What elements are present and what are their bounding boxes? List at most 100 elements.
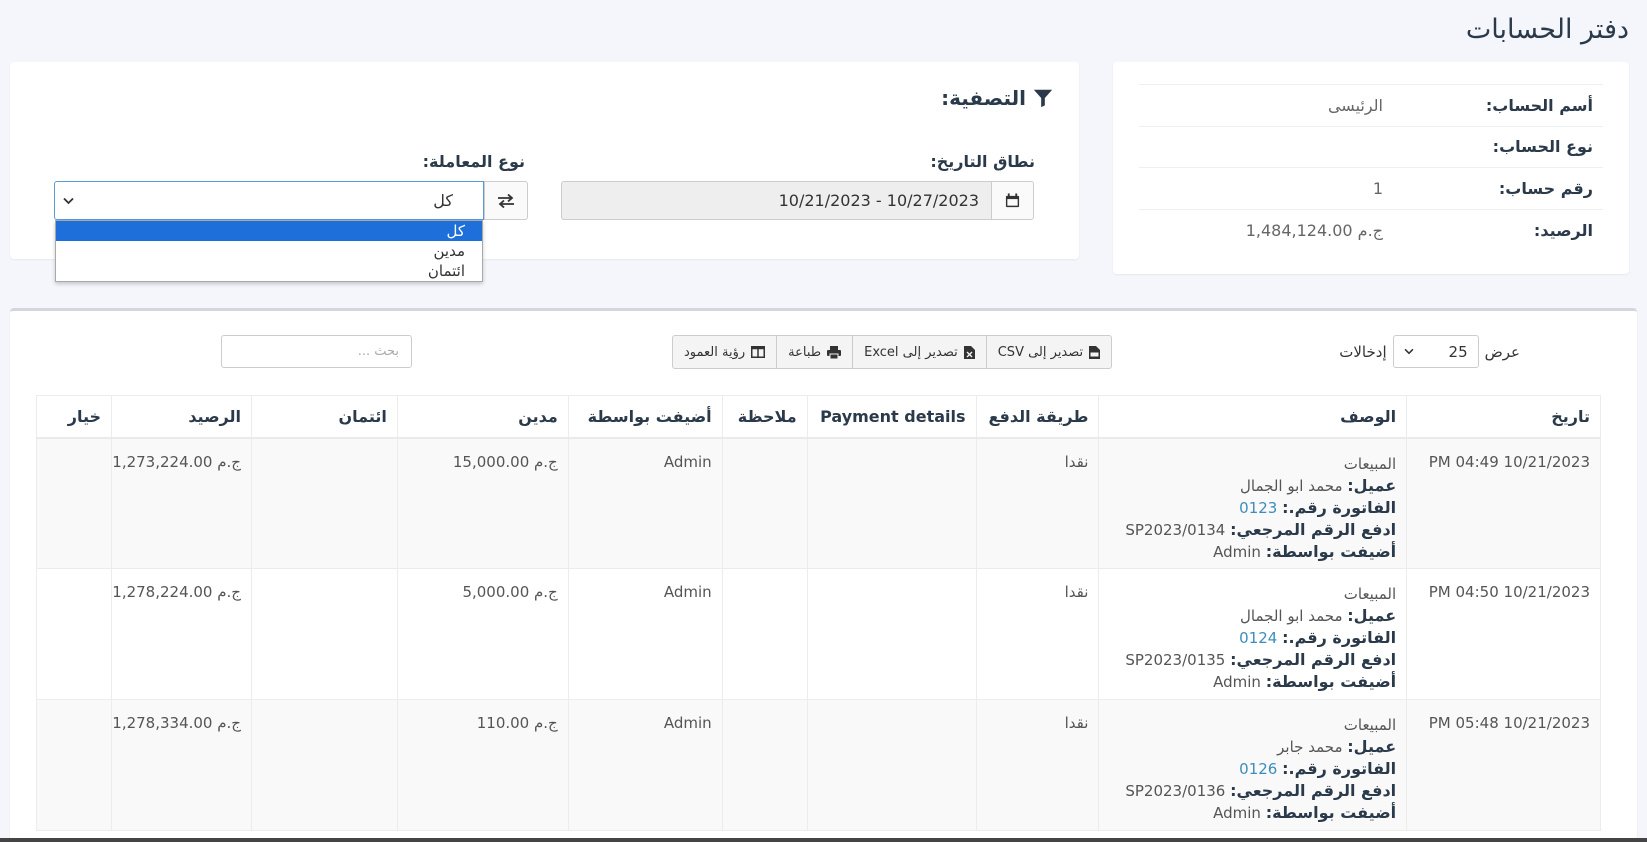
row-method: نقدا	[975, 699, 1099, 831]
transaction-type-label: نوع المعاملة:	[422, 152, 525, 171]
col-added-by[interactable]: أضيفت بواسطة	[567, 395, 723, 439]
entries-value: 25	[1448, 342, 1468, 361]
row-description: المبيعات عميل: محمد جابر الفاتورة رقم.: …	[1098, 699, 1407, 831]
column-visibility-button[interactable]: رؤية العمود	[673, 336, 776, 368]
row-date: 10/21/2023 04:50 PM	[1406, 568, 1601, 700]
account-type-label: نوع الحساب:	[1383, 125, 1603, 168]
invoice-label: الفاتورة رقم.:	[1282, 759, 1397, 778]
col-date[interactable]: تاريخ	[1406, 395, 1601, 439]
transaction-type-value: كل	[433, 191, 453, 210]
account-info-card: أسم الحساب: الرئيسى نوع الحساب: رقم حساب…	[1113, 62, 1629, 274]
added-by-value: Admin	[1213, 673, 1261, 691]
row-credit	[251, 437, 398, 569]
row-date: 10/21/2023 05:48 PM	[1406, 699, 1601, 831]
row-debit: ج.م 15,000.00	[396, 437, 569, 569]
ref-value: SP2023/0135	[1125, 651, 1226, 669]
date-range-input[interactable]: 10/27/2023 - 10/21/2023	[561, 181, 991, 220]
row-description: المبيعات عميل: محمد ابو الجمال الفاتورة …	[1098, 437, 1407, 569]
row-ref: ادفع الرقم المرجعي: SP2023/0134	[1099, 519, 1396, 541]
transaction-type-select[interactable]: كل	[54, 181, 484, 220]
page-length-control: عرض 25 إدخالات	[1339, 335, 1520, 368]
export-button-group: تصدير إلى CSV تصدير إلى Excel طباعة رؤية…	[672, 335, 1113, 369]
row-details	[806, 699, 976, 831]
invoice-label: الفاتورة رقم.:	[1282, 497, 1397, 517]
row-customer: عميل: محمد ابو الجمال	[1099, 605, 1396, 627]
row-option	[35, 437, 112, 569]
ref-value: SP2023/0136	[1125, 782, 1226, 800]
row-type: المبيعات	[1343, 716, 1397, 734]
date-range-label: نطاق التاريخ:	[930, 152, 1035, 171]
row-added-by-desc: أضيفت بواسطة: Admin	[1099, 802, 1396, 824]
option-all[interactable]: كل	[56, 221, 482, 241]
option-credit[interactable]: ائتمان	[56, 261, 482, 281]
entries-select[interactable]: 25	[1392, 335, 1479, 368]
row-details	[806, 437, 976, 569]
added-by-value: Admin	[1213, 804, 1261, 822]
calendar-icon[interactable]	[991, 181, 1034, 220]
row-invoice: الفاتورة رقم.: 0126	[1099, 758, 1396, 780]
invoice-label: الفاتورة رقم.:	[1282, 628, 1397, 647]
filter-icon	[1033, 89, 1053, 108]
export-csv-button[interactable]: تصدير إلى CSV	[985, 336, 1111, 368]
row-customer: عميل: محمد ابو الجمال	[1099, 475, 1396, 497]
date-range-group[interactable]: 10/27/2023 - 10/21/2023	[561, 181, 1034, 220]
account-type-row: نوع الحساب:	[1139, 125, 1603, 168]
row-option	[35, 568, 112, 700]
transaction-type-dropdown: كل مدين ائتمان	[55, 220, 483, 282]
row-debit: ج.م 5,000.00	[396, 568, 569, 700]
option-debit[interactable]: مدين	[56, 241, 482, 261]
col-payment-method[interactable]: طريقة الدفع	[975, 395, 1099, 439]
transaction-type-group[interactable]: كل	[54, 181, 528, 220]
col-payment-details[interactable]: Payment details	[806, 395, 976, 439]
row-note	[721, 699, 808, 831]
chevron-down-icon	[1404, 348, 1414, 355]
row-details	[806, 568, 976, 700]
row-method: نقدا	[975, 437, 1099, 569]
column-visibility-label: رؤية العمود	[684, 344, 746, 360]
row-description: المبيعات عميل: محمد ابو الجمال الفاتورة …	[1098, 568, 1407, 700]
account-info-table: أسم الحساب: الرئيسى نوع الحساب: رقم حساب…	[1139, 84, 1603, 251]
row-balance: ج.م 1,273,224.00	[111, 437, 252, 569]
account-balance-label: الرصيد:	[1383, 208, 1603, 251]
ref-value: SP2023/0134	[1125, 520, 1226, 539]
row-invoice: الفاتورة رقم.: 0124	[1099, 627, 1396, 649]
row-invoice: الفاتورة رقم.: 0123	[1099, 497, 1396, 519]
show-label: عرض	[1484, 342, 1520, 361]
col-balance[interactable]: الرصيد	[111, 395, 252, 439]
ref-label: ادفع الرقم المرجعي:	[1230, 650, 1397, 669]
col-credit[interactable]: ائتمان	[251, 395, 398, 439]
table-row: 10/21/2023 05:48 PM المبيعات عميل: محمد …	[35, 699, 1601, 831]
row-added-by-desc: أضيفت بواسطة: Admin	[1099, 671, 1396, 693]
page-title: دفتر الحسابات	[1465, 14, 1629, 45]
added-by-label: أضيفت بواسطة:	[1265, 541, 1397, 561]
col-debit[interactable]: مدين	[396, 395, 569, 439]
customer-label: عميل:	[1347, 737, 1397, 756]
added-by-value: Admin	[1213, 542, 1261, 561]
printer-icon	[827, 345, 842, 359]
row-method: نقدا	[975, 568, 1099, 700]
customer-value: محمد ابو الجمال	[1240, 607, 1343, 625]
export-excel-button[interactable]: تصدير إلى Excel	[852, 336, 986, 368]
table-header-row: تاريخ الوصف طريقة الدفع Payment details …	[35, 395, 1601, 439]
account-name-label: أسم الحساب:	[1383, 84, 1603, 126]
print-button[interactable]: طباعة	[776, 336, 852, 368]
invoice-link[interactable]: 0123	[1239, 499, 1277, 517]
invoice-link[interactable]: 0124	[1239, 629, 1277, 647]
row-debit: ج.م 110.00	[396, 699, 569, 831]
added-by-label: أضيفت بواسطة:	[1265, 803, 1397, 822]
row-added-by: Admin	[567, 568, 723, 700]
filter-title-text: التصفية:	[941, 86, 1026, 110]
table-row: 10/21/2023 04:49 PM المبيعات عميل: محمد …	[35, 437, 1601, 569]
print-label: طباعة	[788, 344, 822, 360]
table-row: 10/21/2023 04:50 PM المبيعات عميل: محمد …	[35, 568, 1601, 700]
invoice-link[interactable]: 0126	[1239, 760, 1277, 778]
account-balance-row: الرصيد: ج.م 1,484,124.00	[1139, 208, 1603, 251]
search-input[interactable]: بحث ...	[221, 335, 412, 368]
row-credit	[251, 699, 398, 831]
row-type: المبيعات	[1343, 454, 1397, 473]
col-description[interactable]: الوصف	[1098, 395, 1407, 439]
account-balance-value: ج.م 1,484,124.00	[1139, 208, 1383, 251]
export-csv-label: تصدير إلى CSV	[997, 344, 1084, 360]
col-note[interactable]: ملاحظة	[721, 395, 808, 439]
ref-label: ادفع الرقم المرجعي:	[1230, 781, 1397, 800]
